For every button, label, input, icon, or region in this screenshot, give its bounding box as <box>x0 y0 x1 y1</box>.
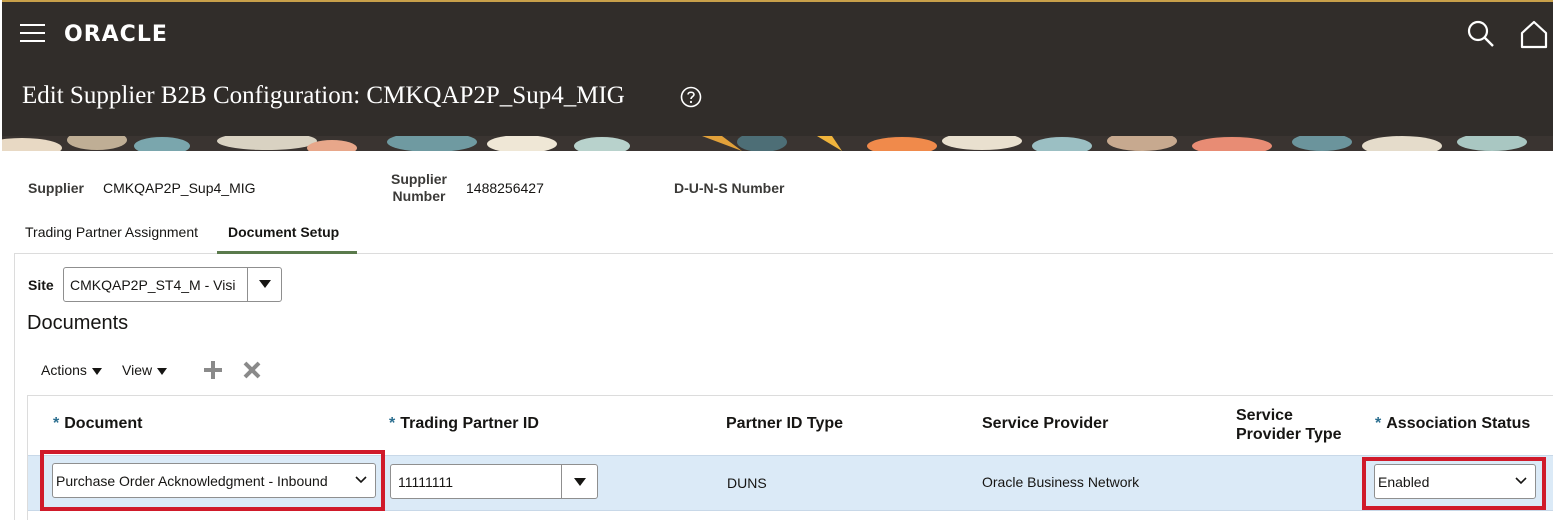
trading-partner-id-dropdown-button[interactable] <box>561 465 597 498</box>
table-top-border <box>27 395 1553 396</box>
column-header-service-provider-type[interactable]: Service Provider Type <box>1236 406 1342 444</box>
partner-id-type-value: DUNS <box>727 475 767 491</box>
column-header-association-status[interactable]: * Association Status <box>1375 415 1530 433</box>
duns-number-label: D-U-N-S Number <box>674 180 785 196</box>
view-menu[interactable]: View <box>122 362 168 378</box>
delete-icon[interactable] <box>242 360 262 380</box>
association-status-select[interactable]: Enabled <box>1374 464 1536 499</box>
column-header-service-provider[interactable]: Service Provider <box>982 415 1108 433</box>
column-header-trading-partner-id[interactable]: * Trading Partner ID <box>389 415 539 433</box>
column-header-partner-id-type[interactable]: Partner ID Type <box>726 415 843 433</box>
association-status-value: Enabled <box>1378 474 1430 490</box>
required-indicator: * <box>53 415 60 432</box>
site-select[interactable]: CMKQAP2P_ST4_M - Visi <box>63 267 282 302</box>
oracle-logo: ORACLE <box>64 22 168 47</box>
tab-document-setup[interactable]: Document Setup <box>228 224 339 240</box>
documents-section-title: Documents <box>27 312 129 334</box>
tab-trading-partner-assignment[interactable]: Trading Partner Assignment <box>25 224 198 240</box>
document-select[interactable]: Purchase Order Acknowledgment - Inbound <box>52 463 376 498</box>
column-header-association-status-label: Association Status <box>1386 415 1531 432</box>
content-frame-border <box>14 254 15 520</box>
supplier-number-label: Supplier Number <box>390 171 447 204</box>
document-value: Purchase Order Acknowledgment - Inbound <box>56 473 328 489</box>
service-provider-value: Oracle Business Network <box>982 474 1140 490</box>
caret-down-icon <box>157 367 168 375</box>
view-label: View <box>122 362 153 378</box>
chevron-down-icon <box>355 476 367 484</box>
decorative-banner <box>2 136 1553 151</box>
required-indicator: * <box>1375 415 1382 432</box>
add-icon[interactable] <box>203 360 223 380</box>
supplier-number-value: 1488256427 <box>466 180 544 196</box>
column-header-document-label: Document <box>64 415 143 432</box>
global-header: ORACLE Edit Supplier B2B Configuration: … <box>2 0 1553 136</box>
supplier-value: CMKQAP2P_Sup4_MIG <box>103 180 256 196</box>
navigator-menu-icon[interactable] <box>20 24 46 44</box>
column-header-document[interactable]: * Document <box>53 415 142 433</box>
active-tab-indicator <box>217 251 357 254</box>
supplier-label: Supplier <box>28 180 85 196</box>
caret-down-icon <box>574 478 586 486</box>
caret-down-icon <box>91 367 102 375</box>
search-icon[interactable] <box>1467 20 1495 48</box>
site-dropdown-button[interactable] <box>247 268 281 301</box>
actions-label: Actions <box>41 362 87 378</box>
trading-partner-id-value: 11111111 <box>398 474 454 490</box>
chevron-down-icon <box>1515 477 1527 485</box>
home-icon[interactable] <box>1519 19 1549 49</box>
site-label: Site <box>28 277 54 293</box>
page-title: Edit Supplier B2B Configuration: CMKQAP2… <box>22 82 625 109</box>
trading-partner-id-combo[interactable]: 11111111 <box>390 464 598 499</box>
site-value: CMKQAP2P_ST4_M - Visi <box>70 277 236 293</box>
column-header-trading-partner-id-label: Trading Partner ID <box>400 415 539 432</box>
help-icon[interactable] <box>680 86 702 108</box>
required-indicator: * <box>389 415 396 432</box>
actions-menu[interactable]: Actions <box>41 362 102 378</box>
caret-down-icon <box>259 280 271 288</box>
